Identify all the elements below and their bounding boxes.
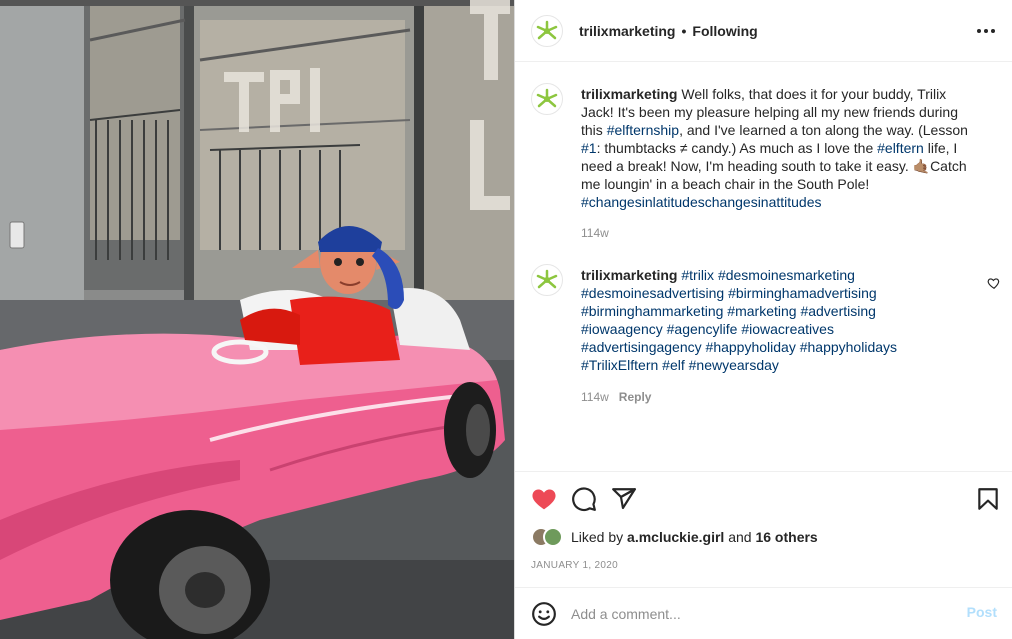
others-likes-link[interactable]: 16 others xyxy=(755,529,817,545)
emoji-icon[interactable] xyxy=(531,601,557,627)
hashtag-link[interactable]: #birminghammarketing xyxy=(581,303,723,319)
add-comment-bar: Post xyxy=(515,587,1012,639)
comment-meta: 114w Reply xyxy=(581,390,651,404)
hashtag-link[interactable]: #advertising xyxy=(800,303,876,319)
hashtag-link[interactable]: #happyholidays xyxy=(800,339,897,355)
post-photo[interactable] xyxy=(0,0,514,639)
separator-dot: • xyxy=(681,22,687,39)
hashtag-link[interactable]: #elf xyxy=(662,357,685,373)
avatar[interactable] xyxy=(543,527,563,547)
liked-by-mid: and xyxy=(724,529,756,545)
instagram-post-modal: trilixmarketing • Following trilixmarket… xyxy=(0,0,1012,639)
like-comment-heart-icon[interactable] xyxy=(987,276,1001,290)
photo-illustration xyxy=(0,0,514,639)
post-actions: Liked by a.mcluckie.girl and 16 others J… xyxy=(515,471,1012,587)
more-horizontal-icon[interactable] xyxy=(977,22,995,40)
hashtag-link[interactable]: #1 xyxy=(581,140,597,156)
comments-list[interactable]: trilixmarketing Well folks, that does it… xyxy=(515,63,1012,471)
caption-timestamp[interactable]: 114w xyxy=(581,226,609,240)
hashtag-link[interactable]: #elftern xyxy=(877,140,924,156)
hashtag-link[interactable]: #newyearsday xyxy=(689,357,779,373)
comment-username[interactable]: trilixmarketing xyxy=(581,267,677,283)
post-header: trilixmarketing • Following xyxy=(515,0,1012,62)
caption-username[interactable]: trilixmarketing xyxy=(581,86,677,102)
comment-text: trilixmarketing #trilix #desmoinesmarket… xyxy=(581,266,911,374)
hashtag-link[interactable]: #trilix xyxy=(681,267,714,283)
bookmark-icon[interactable] xyxy=(975,486,1001,512)
hashtag-link[interactable]: #iowacreatives xyxy=(741,321,834,337)
post-caption: trilixmarketing Well folks, that does it… xyxy=(531,83,1001,253)
liked-by-user-link[interactable]: a.mcluckie.girl xyxy=(627,529,724,545)
avatar[interactable] xyxy=(531,264,563,296)
hashtag-link[interactable]: #desmoinesadvertising xyxy=(581,285,724,301)
comment-timestamp[interactable]: 114w xyxy=(581,390,609,404)
trilix-logo-icon xyxy=(536,269,558,289)
post-date[interactable]: JANUARY 1, 2020 xyxy=(531,560,618,571)
hashtag-link[interactable]: #happyholiday xyxy=(706,339,796,355)
comment-input[interactable] xyxy=(571,602,951,626)
hashtag-link[interactable]: #desmoinesmarketing xyxy=(718,267,855,283)
caption-text-part: , and I've learned a ton along the way. … xyxy=(679,122,968,138)
trilix-logo-icon xyxy=(536,88,558,108)
post-detail-panel: trilixmarketing • Following trilixmarket… xyxy=(514,0,1012,639)
avatar[interactable] xyxy=(531,14,563,47)
hashtag-link[interactable]: #advertisingagency xyxy=(581,339,702,355)
caption-text: trilixmarketing Well folks, that does it… xyxy=(581,85,981,211)
hashtag-link[interactable]: #changesinlatitudeschangesinattitudes xyxy=(581,194,822,210)
heart-filled-icon[interactable] xyxy=(531,486,557,512)
hashtag-link[interactable]: #marketing xyxy=(727,303,796,319)
following-button[interactable]: Following xyxy=(692,23,757,39)
share-icon[interactable] xyxy=(611,486,637,512)
avatar[interactable] xyxy=(531,83,563,115)
hashtag-link[interactable]: #agencylife xyxy=(667,321,738,337)
liker-avatars[interactable] xyxy=(531,527,571,547)
comment-item: trilixmarketing #trilix #desmoinesmarket… xyxy=(531,264,1001,414)
likes-summary: Liked by a.mcluckie.girl and 16 others xyxy=(531,527,818,547)
caption-text-part: : thumbtacks ≠ candy.) As much as I love… xyxy=(596,140,878,156)
hashtag-link[interactable]: #birminghamadvertising xyxy=(728,285,877,301)
hashtag-link[interactable]: #elfternship xyxy=(607,122,679,138)
hashtag-link[interactable]: #TrilixElftern xyxy=(581,357,658,373)
post-button[interactable]: Post xyxy=(967,604,997,620)
call-me-hand-emoji: 🤙🏽 xyxy=(912,158,931,174)
header-username[interactable]: trilixmarketing xyxy=(579,23,675,39)
reply-button[interactable]: Reply xyxy=(619,390,652,404)
action-icon-row xyxy=(531,486,1001,512)
liked-by-prefix: Liked by xyxy=(571,529,628,545)
hashtag-link[interactable]: #iowaagency xyxy=(581,321,663,337)
trilix-logo-icon xyxy=(536,20,558,39)
comment-icon[interactable] xyxy=(571,486,597,512)
